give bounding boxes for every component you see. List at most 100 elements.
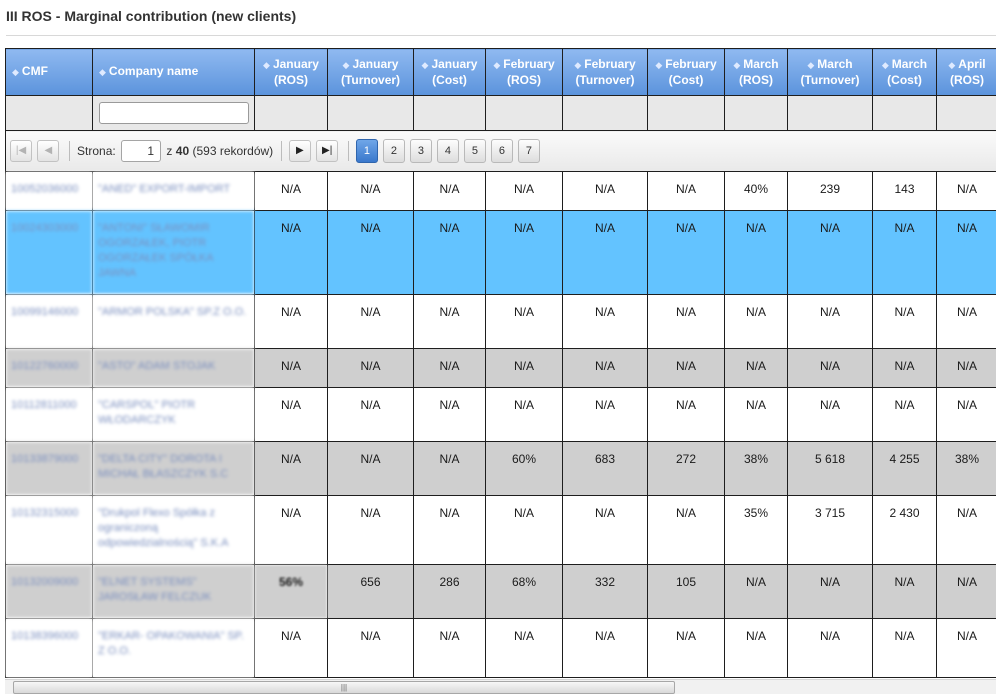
column-header[interactable]: ◆ January (ROS)	[254, 48, 328, 96]
table-cell: 2 430	[872, 495, 937, 565]
page-number-button[interactable]: 3	[409, 139, 432, 163]
table-cell: N/A	[485, 294, 563, 349]
page-number-button[interactable]: 4	[436, 139, 459, 163]
table-cell: N/A	[936, 294, 996, 349]
table-row[interactable]: 10132315000 "Drukpol Flexo Spółka z ogran…	[5, 495, 996, 565]
table-cell: N/A	[562, 348, 648, 388]
table-cell: 683	[562, 441, 648, 496]
column-header-label: CMF	[21, 64, 48, 78]
table-cell: N/A	[936, 387, 996, 442]
cmf-link[interactable]: 10112811000	[5, 387, 93, 442]
table-cell: N/A	[872, 294, 937, 349]
column-header[interactable]: ◆ February (Turnover)	[562, 48, 648, 96]
column-header[interactable]: ◆ CMF	[5, 48, 93, 96]
scrollbar-thumb[interactable]: |||	[13, 681, 675, 694]
company-name-link[interactable]: "ELNET SYSTEMS" JAROSŁAW FELCZUK	[92, 564, 255, 619]
column-header-label: (ROS)	[739, 72, 773, 87]
table-cell: N/A	[936, 210, 996, 295]
table-cell: 272	[647, 441, 725, 496]
cmf-link[interactable]: 10138396000	[5, 618, 93, 678]
cmf-link[interactable]: 10132315000	[5, 495, 93, 565]
page-number-button[interactable]: 1	[355, 139, 378, 163]
column-header-label: March	[817, 56, 853, 71]
table-row[interactable]: 10112811000 "CARSPOL" PIOTR WŁODARCZYK N/A…	[5, 387, 996, 442]
table-cell: N/A	[254, 441, 328, 496]
company-filter-input[interactable]	[98, 102, 249, 124]
table-cell: N/A	[485, 618, 563, 678]
company-name-link[interactable]: "ASTO" ADAM STOJAK	[92, 348, 255, 388]
table-cell: N/A	[936, 618, 996, 678]
cmf-link[interactable]: 10099146000	[5, 294, 93, 349]
table-row[interactable]: 10099146000 "ARMOR POLSKA" SP.Z O.O. N/A N/…	[5, 294, 996, 349]
prev-page-button[interactable]: ◀	[37, 140, 60, 162]
table-cell: N/A	[872, 210, 937, 295]
column-header[interactable]: ◆ March (ROS)	[724, 48, 788, 96]
page-number-button[interactable]: 7	[517, 139, 540, 163]
next-page-button[interactable]: ▶	[288, 140, 311, 162]
table-row[interactable]: 10133879000 "DELTA CITY" DOROTA I MICHAŁ …	[5, 441, 996, 496]
table-cell: N/A	[936, 171, 996, 211]
page-number-input[interactable]: 1	[121, 140, 162, 162]
table-cell: N/A	[327, 348, 414, 388]
table-row[interactable]: 10122760000 "ASTO" ADAM STOJAK N/A N/A N/A N/…	[5, 348, 996, 388]
table-cell: N/A	[872, 387, 937, 442]
last-page-button[interactable]: ▶|	[316, 140, 339, 162]
company-name-link[interactable]: "Drukpol Flexo Spółka z ograniczoną odpo…	[92, 495, 255, 565]
table-cell: N/A	[724, 210, 788, 295]
column-header-label: Company name	[108, 64, 199, 78]
table-row[interactable]: 10024303000 "ANTONI" SŁAWOMIR OGORZAŁEK, …	[5, 210, 996, 295]
column-header[interactable]: ◆ March (Turnover)	[787, 48, 873, 96]
company-name-link[interactable]: "ANTONI" SŁAWOMIR OGORZAŁEK, PIOTR OGORZ…	[92, 210, 255, 295]
column-header[interactable]: ◆ January (Turnover)	[327, 48, 414, 96]
table-row[interactable]: 10138396000 "ERKAR- OPAKOWANIA" SP. Z O.O…	[5, 618, 996, 678]
filter-cell-cmf	[5, 95, 93, 131]
page-number-button[interactable]: 6	[490, 139, 513, 163]
column-header-label: (Cost)	[668, 72, 704, 87]
table-cell: N/A	[485, 210, 563, 295]
horizontal-scrollbar[interactable]: |||	[5, 679, 996, 694]
page-number-list: 1234567	[355, 139, 545, 163]
sort-icon: ◆	[733, 59, 741, 70]
table-cell: N/A	[413, 294, 486, 349]
cmf-link[interactable]: 10052036000	[5, 171, 93, 211]
column-header[interactable]: ◆ January (Cost)	[413, 48, 486, 96]
table-cell: N/A	[485, 348, 563, 388]
column-header[interactable]: ◆ February (ROS)	[485, 48, 563, 96]
table-row[interactable]: 10052036000 "ANED" EXPORT-IMPORT N/A N/A N/A…	[5, 171, 996, 211]
first-page-button[interactable]: |◀	[10, 140, 32, 162]
column-header-label: March	[743, 56, 779, 71]
table-cell: N/A	[724, 294, 788, 349]
table-cell: N/A	[872, 618, 937, 678]
table-cell: 4 255	[872, 441, 937, 496]
column-header[interactable]: ◆ Company name	[92, 48, 255, 96]
table-cell: N/A	[872, 564, 937, 619]
cmf-link[interactable]: 10122760000	[5, 348, 93, 388]
table-cell: N/A	[327, 387, 414, 442]
table-cell: N/A	[647, 210, 725, 295]
table-row[interactable]: 10132009000 "ELNET SYSTEMS" JAROSŁAW FELC…	[5, 564, 996, 619]
table-cell: N/A	[413, 210, 486, 295]
company-name-link[interactable]: "ARMOR POLSKA" SP.Z O.O.	[92, 294, 255, 349]
column-header[interactable]: ◆ April (ROS)	[936, 48, 996, 96]
title-divider	[6, 35, 996, 36]
company-name-link[interactable]: "CARSPOL" PIOTR WŁODARCZYK	[92, 387, 255, 442]
page-number-button[interactable]: 5	[463, 139, 486, 163]
column-header[interactable]: ◆ March (Cost)	[872, 48, 937, 96]
column-header-label: (Turnover)	[340, 72, 401, 87]
column-header[interactable]: ◆ February (Cost)	[647, 48, 725, 96]
page-number-button[interactable]: 2	[382, 139, 405, 163]
table-cell: N/A	[936, 495, 996, 565]
table-cell: N/A	[647, 387, 725, 442]
cmf-link[interactable]: 10133879000	[5, 441, 93, 496]
column-header-label: January	[272, 56, 319, 71]
table-cell: 239	[787, 171, 873, 211]
company-name-link[interactable]: "ERKAR- OPAKOWANIA" SP. Z O.O.	[92, 618, 255, 678]
cmf-link[interactable]: 10024303000	[5, 210, 93, 295]
table-cell: N/A	[254, 348, 328, 388]
table-cell: N/A	[413, 618, 486, 678]
table-cell: 3 715	[787, 495, 873, 565]
cmf-link[interactable]: 10132009000	[5, 564, 93, 619]
company-name-link[interactable]: "ANED" EXPORT-IMPORT	[92, 171, 255, 211]
company-name-link[interactable]: "DELTA CITY" DOROTA I MICHAŁ BŁASZCZYK S…	[92, 441, 255, 496]
table-cell: N/A	[413, 348, 486, 388]
